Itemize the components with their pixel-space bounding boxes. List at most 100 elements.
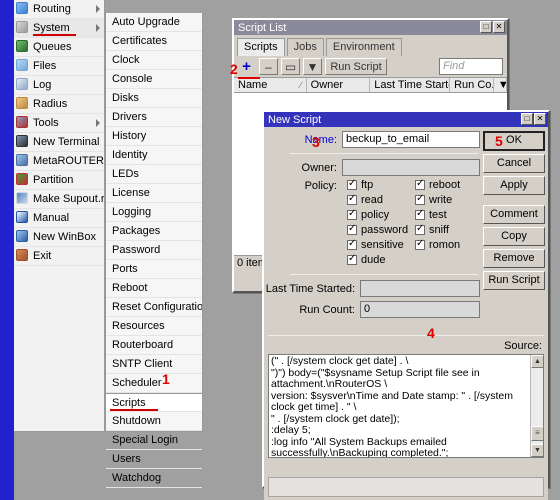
owner-input[interactable] bbox=[342, 159, 480, 176]
menu-item-make-supout-rif[interactable]: Make Supout.rif bbox=[14, 190, 104, 209]
submenu-item-reboot[interactable]: Reboot bbox=[106, 279, 202, 298]
submenu-item-clock[interactable]: Clock bbox=[106, 51, 202, 70]
column-header-last-time-started[interactable]: Last Time Started bbox=[370, 78, 451, 92]
submenu-item-identity[interactable]: Identity bbox=[106, 146, 202, 165]
remove-button[interactable]: Remove bbox=[483, 249, 545, 268]
menu-item-queues[interactable]: Queues bbox=[14, 38, 104, 57]
submenu-item-ports[interactable]: Ports bbox=[106, 260, 202, 279]
checkbox-icon[interactable] bbox=[347, 193, 357, 205]
submenu-item-users[interactable]: Users bbox=[106, 450, 202, 469]
comment-script-button[interactable]: ▭ bbox=[281, 58, 300, 75]
checkbox-icon[interactable] bbox=[415, 193, 425, 205]
copy-button[interactable]: Copy bbox=[483, 227, 545, 246]
checkbox-icon[interactable] bbox=[415, 208, 425, 220]
checkbox-icon[interactable] bbox=[347, 238, 357, 250]
menu-item-tools[interactable]: Tools bbox=[14, 114, 104, 133]
column-header-run-co-[interactable]: Run Co... bbox=[450, 78, 494, 92]
column-header-owner[interactable]: Owner bbox=[307, 78, 371, 92]
policy-checkbox-reboot[interactable]: reboot bbox=[415, 177, 483, 192]
tab-scripts[interactable]: Scripts bbox=[237, 38, 285, 56]
policy-checkbox-policy[interactable]: policy bbox=[347, 207, 415, 222]
scroll-down-icon[interactable]: ▼ bbox=[531, 444, 543, 457]
new-script-titlebar[interactable]: New Script □ ✕ bbox=[264, 112, 548, 127]
comment-button[interactable]: Comment bbox=[483, 205, 545, 224]
checkbox-icon[interactable] bbox=[347, 223, 357, 235]
submenu-item-reset-configuration[interactable]: Reset Configuration bbox=[106, 298, 202, 317]
menu-item-partition[interactable]: Partition bbox=[14, 171, 104, 190]
apply-button[interactable]: Apply bbox=[483, 176, 545, 195]
tab-jobs[interactable]: Jobs bbox=[286, 38, 324, 56]
scroll-up-icon[interactable]: ▲ bbox=[531, 355, 543, 368]
close-icon[interactable]: ✕ bbox=[493, 21, 505, 33]
remove-script-button[interactable]: – bbox=[259, 58, 278, 75]
submenu-item-watchdog[interactable]: Watchdog bbox=[106, 469, 202, 488]
exit-icon bbox=[16, 249, 30, 263]
policy-checkbox-dude[interactable]: dude bbox=[347, 252, 415, 267]
menu-item-routing[interactable]: Routing bbox=[14, 0, 104, 19]
submenu-item-label: Console bbox=[112, 73, 153, 85]
menu-item-new-terminal[interactable]: New Terminal bbox=[14, 133, 104, 152]
submenu-item-special-login[interactable]: Special Login bbox=[106, 431, 202, 450]
restore-icon[interactable]: □ bbox=[480, 21, 492, 33]
menu-item-system[interactable]: System bbox=[14, 19, 104, 38]
checkbox-icon[interactable] bbox=[415, 178, 425, 190]
restore-icon[interactable]: □ bbox=[521, 113, 533, 125]
menu-item-new-winbox[interactable]: New WinBox bbox=[14, 228, 104, 247]
checkbox-icon[interactable] bbox=[347, 178, 357, 190]
submenu-item-disks[interactable]: Disks bbox=[106, 89, 202, 108]
submenu-item-history[interactable]: History bbox=[106, 127, 202, 146]
source-scrollbar[interactable]: ▲ ≡ ▼ bbox=[530, 355, 543, 457]
submenu-item-license[interactable]: License bbox=[106, 184, 202, 203]
menu-item-radius[interactable]: Radius bbox=[14, 95, 104, 114]
checkbox-icon[interactable] bbox=[347, 253, 357, 265]
submenu-item-shutdown[interactable]: Shutdown bbox=[106, 412, 202, 431]
menu-item-exit[interactable]: Exit bbox=[14, 247, 104, 266]
menu-item-files[interactable]: Files bbox=[14, 57, 104, 76]
policy-checkbox-romon[interactable]: romon bbox=[415, 237, 483, 252]
menu-item-log[interactable]: Log bbox=[14, 76, 104, 95]
chevron-right-icon bbox=[96, 24, 100, 32]
script-list-titlebar[interactable]: Script List □ ✕ bbox=[234, 20, 507, 35]
run-script-toolbar-button[interactable]: Run Script bbox=[325, 58, 387, 75]
policy-checkbox-sniff[interactable]: sniff bbox=[415, 222, 483, 237]
submenu-item-sntp-client[interactable]: SNTP Client bbox=[106, 355, 202, 374]
submenu-item-leds[interactable]: LEDs bbox=[106, 165, 202, 184]
submenu-item-resources[interactable]: Resources bbox=[106, 317, 202, 336]
submenu-item-logging[interactable]: Logging bbox=[106, 203, 202, 222]
checkbox-icon[interactable] bbox=[347, 208, 357, 220]
cancel-button[interactable]: Cancel bbox=[483, 154, 545, 173]
submenu-item-password[interactable]: Password bbox=[106, 241, 202, 260]
submenu-item-console[interactable]: Console bbox=[106, 70, 202, 89]
run-script-button[interactable]: Run Script bbox=[483, 271, 545, 290]
submenu-item-drivers[interactable]: Drivers bbox=[106, 108, 202, 127]
policy-checkbox-ftp[interactable]: ftp bbox=[347, 177, 415, 192]
column-header--[interactable]: ▼ bbox=[494, 78, 507, 92]
source-textarea[interactable]: (" . [/system clock get date] . \ ")") b… bbox=[268, 354, 544, 458]
policy-checkbox-password[interactable]: password bbox=[347, 222, 415, 237]
tab-environment[interactable]: Environment bbox=[325, 38, 402, 56]
close-icon[interactable]: ✕ bbox=[534, 113, 546, 125]
submenu-item-scripts[interactable]: Scripts bbox=[106, 393, 202, 412]
menu-item-manual[interactable]: Manual bbox=[14, 209, 104, 228]
last-time-started-row: Last Time Started: bbox=[264, 280, 484, 297]
policy-checkbox-test[interactable]: test bbox=[415, 207, 483, 222]
add-script-button[interactable]: + bbox=[237, 58, 256, 75]
column-header-name[interactable]: Name ⁄ bbox=[234, 78, 307, 92]
checkbox-icon[interactable] bbox=[415, 238, 425, 250]
menu-item-metarouter[interactable]: MetaROUTER bbox=[14, 152, 104, 171]
submenu-item-certificates[interactable]: Certificates bbox=[106, 32, 202, 51]
name-input[interactable]: beckup_to_email bbox=[342, 131, 480, 148]
policy-checkbox-read[interactable]: read bbox=[347, 192, 415, 207]
submenu-item-routerboard[interactable]: Routerboard bbox=[106, 336, 202, 355]
policy-checkbox-write[interactable]: write bbox=[415, 192, 483, 207]
checkbox-icon[interactable] bbox=[415, 223, 425, 235]
filter-button[interactable]: ▼ bbox=[303, 58, 322, 75]
scroll-thumb[interactable]: ≡ bbox=[531, 426, 543, 441]
submenu-item-auto-upgrade[interactable]: Auto Upgrade bbox=[106, 13, 202, 32]
ok-button[interactable]: OK bbox=[483, 131, 545, 151]
policy-checkbox-sensitive[interactable]: sensitive bbox=[347, 237, 415, 252]
find-input[interactable]: Find bbox=[439, 58, 503, 75]
submenu-item-packages[interactable]: Packages bbox=[106, 222, 202, 241]
policy-checkbox-label: test bbox=[429, 208, 447, 221]
submenu-item-scheduler[interactable]: Scheduler bbox=[106, 374, 202, 393]
